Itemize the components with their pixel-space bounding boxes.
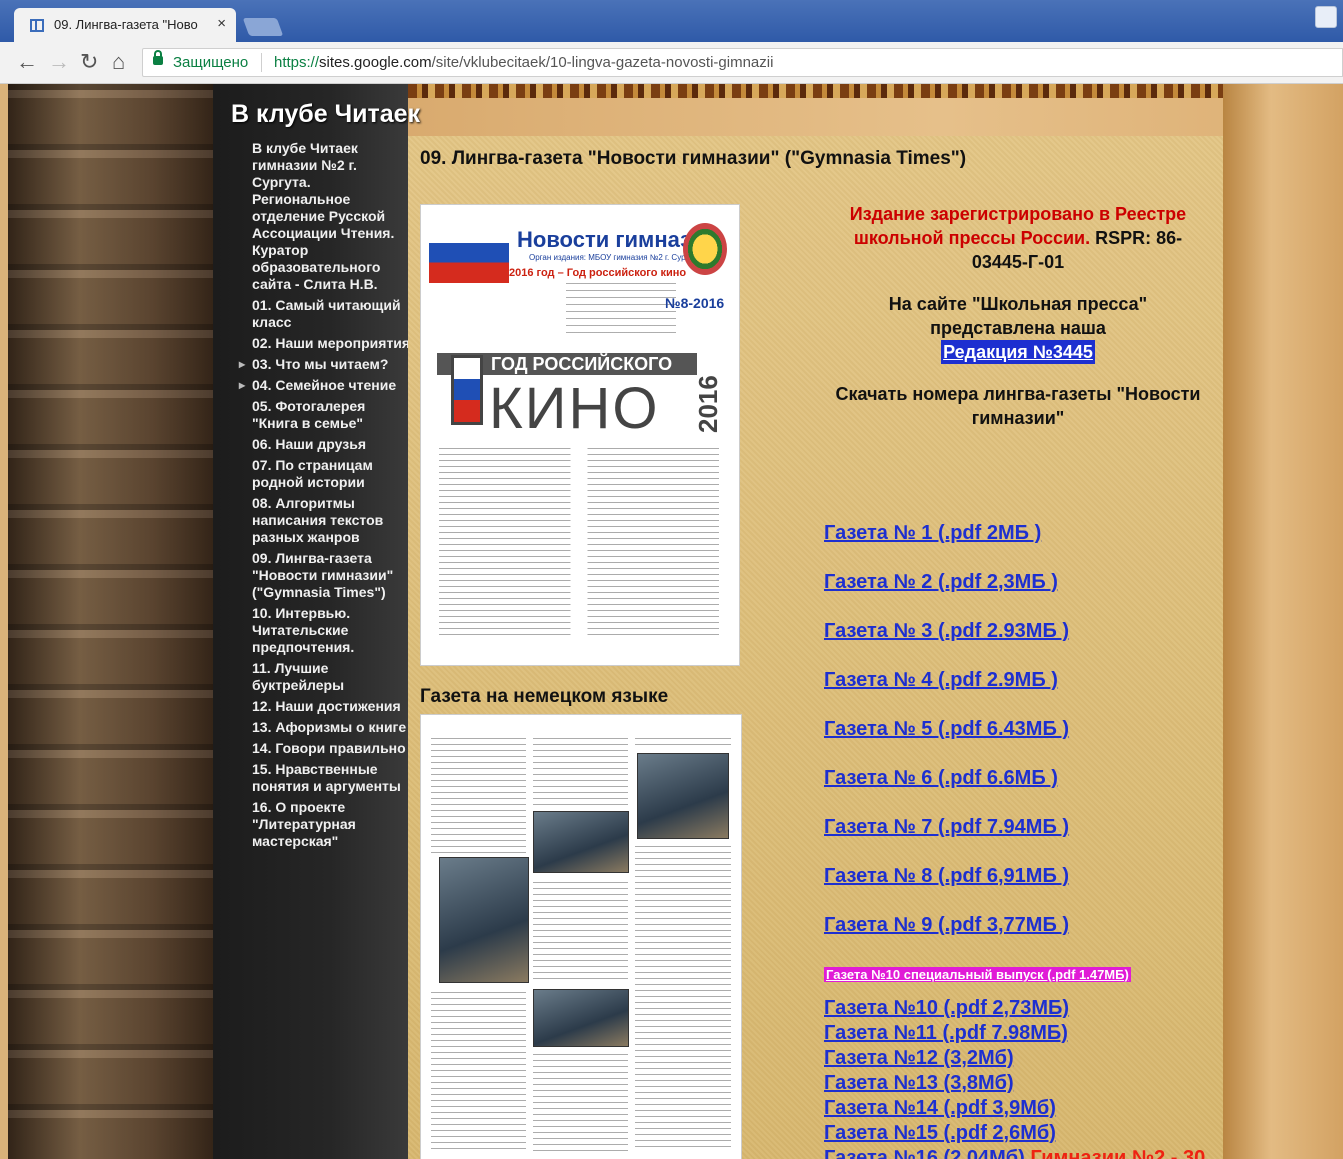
sidebar-item-09[interactable]: 09. Лингва-газета "Новости гимназии" ("G… <box>252 550 412 601</box>
article-text-block <box>431 989 526 1149</box>
sidebar-item-14[interactable]: 14. Говори правильно <box>252 740 412 757</box>
article-photo <box>439 857 529 983</box>
address-divider <box>261 53 262 72</box>
newspaper-body-text <box>439 445 719 640</box>
download-link-11[interactable]: Газета №11 (.pdf 7.98МБ) <box>824 1021 1224 1046</box>
sidebar-item-02[interactable]: 02. Наши мероприятия <box>252 335 412 352</box>
secure-label: Защищено <box>173 54 249 71</box>
redakcia-link[interactable]: Редакция №3445 <box>941 340 1095 364</box>
article-text-block <box>533 1051 628 1151</box>
german-newspaper-heading: Газета на немецком языке <box>420 686 669 707</box>
article-text-block <box>533 879 628 983</box>
sidebar-item-03[interactable]: 03. Что мы читаем? <box>239 356 412 373</box>
sidebar-item-11[interactable]: 11. Лучшие буктрейлеры <box>252 660 412 694</box>
download-link-6[interactable]: Газета № 6 (.pdf 6.6МБ ) <box>824 765 1224 814</box>
article-photo <box>533 989 629 1047</box>
sidebar-item-04[interactable]: 04. Семейное чтение <box>239 377 412 394</box>
banner-kino-text: КИНО <box>489 376 660 441</box>
main-content: 09. Лингва-газета "Новости гимназии" ("G… <box>408 136 1223 1159</box>
lock-icon <box>153 50 163 65</box>
download-links: Газета № 1 (.pdf 2МБ ) Газета № 2 (.pdf … <box>824 520 1224 1159</box>
url-text[interactable]: https://sites.google.com/site/vklubecita… <box>274 54 773 71</box>
browser-tab[interactable]: 09. Лингва-газета "Ново × <box>14 8 236 42</box>
download-link-8[interactable]: Газета № 8 (.pdf 6,91МБ ) <box>824 863 1224 912</box>
sidebar-item-10[interactable]: 10. Интервью. Читательские предпочтения. <box>252 605 412 656</box>
page-title: 09. Лингва-газета "Новости гимназии" ("G… <box>420 148 967 169</box>
window-profile-button[interactable] <box>1315 6 1337 28</box>
sidebar-item-13[interactable]: 13. Афоризмы о книге <box>252 719 412 736</box>
article-text-block <box>635 843 731 1149</box>
download-link-5[interactable]: Газета № 5 (.pdf 6.43МБ ) <box>824 716 1224 765</box>
back-arrow-icon[interactable]: ← <box>16 50 38 74</box>
russian-flag-image <box>429 223 509 283</box>
sidebar-item-07[interactable]: 07. По страницам родной истории <box>252 457 412 491</box>
web-page: В клубе Читаек В клубе Читаек гимназии №… <box>8 84 1343 1159</box>
reload-icon[interactable]: ↻ <box>80 50 98 74</box>
browser-toolbar: ← → ↻ ⌂ Защищено https://sites.google.co… <box>0 42 1343 84</box>
cinema-year-logo-icon <box>451 355 483 425</box>
sidebar-item-home[interactable]: В клубе Читаек гимназии №2 г. Сургута. Р… <box>252 140 412 293</box>
download-link-13[interactable]: Газета №13 (3,8Мб) <box>824 1071 1224 1096</box>
site-title[interactable]: В клубе Читаек <box>231 100 420 129</box>
article-text-block <box>635 735 731 749</box>
header-bookshelf-image <box>408 84 1223 98</box>
download-link-16-row: Газета №16 (2,04Мб) Гимназии №2 - 30 лет… <box>824 1146 1224 1159</box>
new-tab-button[interactable] <box>242 18 284 36</box>
download-link-14[interactable]: Газета №14 (.pdf 3,9Мб) <box>824 1096 1224 1121</box>
sidebar-item-16[interactable]: 16. О проекте "Литературная мастерская" <box>252 799 412 850</box>
german-newspaper-image[interactable] <box>420 714 742 1159</box>
download-link-7[interactable]: Газета № 7 (.pdf 7.94МБ ) <box>824 814 1224 863</box>
download-heading: Скачать номера лингва-газеты "Новости ги… <box>835 384 1201 428</box>
download-link-15[interactable]: Газета №15 (.pdf 2,6Мб) <box>824 1121 1224 1146</box>
address-bar[interactable]: Защищено https://sites.google.com/site/v… <box>142 48 1343 77</box>
tab-title: 09. Лингва-газета "Ново <box>54 17 198 32</box>
school-press-note: На сайте "Школьная пресса" представлена … <box>888 294 1148 364</box>
sidebar-item-08[interactable]: 08. Алгоритмы написания текстов разных ж… <box>252 495 412 546</box>
registration-note: Издание зарегистрировано в Реестре школь… <box>849 204 1187 272</box>
newspaper-subtitle: Орган издания: МБОУ гимназия №2 г. Сургу… <box>529 253 697 262</box>
newspaper-cover-image[interactable]: Новости гимназии Орган издания: МБОУ гим… <box>420 204 740 666</box>
newspaper-poem-text <box>566 279 676 334</box>
download-link-3[interactable]: Газета № 3 (.pdf 2.93МБ ) <box>824 618 1224 667</box>
books-background-image <box>8 84 213 1159</box>
article-photo <box>533 811 629 873</box>
download-link-10-special[interactable]: Газета №10 специальный выпуск (.pdf 1.47… <box>824 967 1131 982</box>
banner-year: 2016 <box>693 375 723 433</box>
page-favicon-icon <box>30 19 44 32</box>
browser-tab-bar: 09. Лингва-газета "Ново × <box>0 0 1343 42</box>
info-panel: Издание зарегистрировано в Реестре школь… <box>828 202 1208 430</box>
download-link-10[interactable]: Газета №10 (.pdf 2,73МБ) <box>824 996 1224 1021</box>
download-link-1[interactable]: Газета № 1 (.pdf 2МБ ) <box>824 520 1224 569</box>
sidebar-item-01[interactable]: 01. Самый читающий класс <box>252 297 412 331</box>
home-icon[interactable]: ⌂ <box>112 50 125 74</box>
sidebar-item-06[interactable]: 06. Наши друзья <box>252 436 412 453</box>
article-text-block <box>533 735 628 805</box>
download-link-9[interactable]: Газета № 9 (.pdf 3,77МБ ) <box>824 912 1224 961</box>
sidebar-item-15[interactable]: 15. Нравственные понятия и аргументы <box>252 761 412 795</box>
tab-close-icon[interactable]: × <box>217 15 226 32</box>
sidebar-nav: В клубе Читаек гимназии №2 г. Сургута. Р… <box>239 140 412 854</box>
parchment-background <box>1223 84 1343 1159</box>
newspaper-year-line: 2016 год – Год российского кино <box>509 267 687 279</box>
sidebar-item-12[interactable]: 12. Наши достижения <box>252 698 412 715</box>
article-text-block <box>431 735 526 853</box>
forward-arrow-icon[interactable]: → <box>48 50 70 74</box>
download-link-4[interactable]: Газета № 4 (.pdf 2.9МБ ) <box>824 667 1224 716</box>
article-photo <box>637 753 729 839</box>
download-link-12[interactable]: Газета №12 (3,2Мб) <box>824 1046 1224 1071</box>
school-emblem-icon <box>683 223 727 275</box>
newspaper-issue-number: №8-2016 <box>665 295 725 311</box>
sidebar-item-05[interactable]: 05. Фотогалерея "Книга в семье" <box>252 398 412 432</box>
download-link-2[interactable]: Газета № 2 (.pdf 2,3МБ ) <box>824 569 1224 618</box>
download-link-16[interactable]: Газета №16 (2,04Мб) <box>824 1147 1025 1159</box>
